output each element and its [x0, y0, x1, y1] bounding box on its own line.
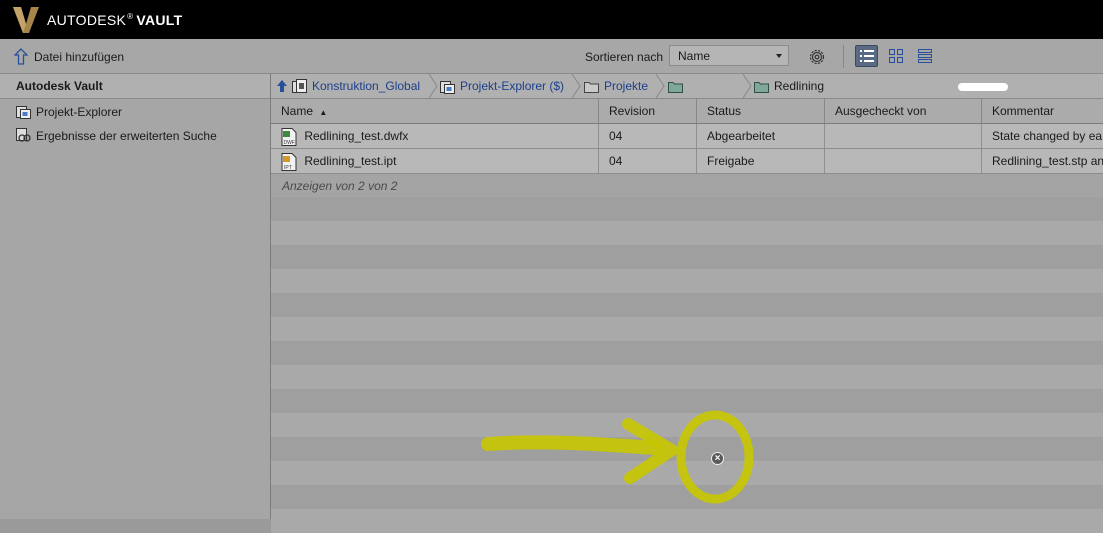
folder-icon: [668, 81, 683, 93]
chevron-down-icon: [776, 54, 782, 58]
breadcrumb-item-konstruktion-global[interactable]: Konstruktion_Global: [292, 74, 420, 98]
breadcrumb-separator-icon: [428, 74, 438, 98]
column-header-label: Status: [707, 104, 742, 118]
sort-ascending-icon: ▲: [319, 108, 328, 117]
app-title: AUTODESK® VAULT: [47, 12, 182, 28]
toolbar-divider: [843, 45, 844, 68]
breadcrumb-label: Projekt-Explorer ($): [460, 79, 565, 93]
close-icon[interactable]: ×: [711, 452, 724, 465]
cell-revision: 04: [599, 124, 697, 148]
column-header-revision[interactable]: Revision: [599, 99, 697, 123]
brand-registered-mark: ®: [127, 12, 134, 21]
breadcrumb: Konstruktion_Global Projekt-Explorer ($)…: [271, 74, 1103, 99]
breadcrumb-label: Redlining: [774, 79, 825, 93]
breadcrumb-separator-icon: [655, 74, 665, 98]
details-view-icon: [917, 49, 932, 63]
table-header: Name ▲ Revision Status Ausgecheckt von K…: [271, 99, 1103, 124]
breadcrumb-separator-icon: [742, 74, 752, 98]
toolbar: Datei hinzufügen Sortieren nach Name: [0, 39, 1103, 74]
list-view-icon: [859, 50, 874, 62]
list-view-button[interactable]: [855, 45, 878, 67]
column-header-status[interactable]: Status: [697, 99, 825, 123]
project-explorer-icon: [440, 80, 455, 94]
navigation-panel-title: Autodesk Vault: [0, 74, 270, 99]
ipt-file-icon: IPT: [281, 152, 297, 171]
add-file-button[interactable]: Datei hinzufügen: [14, 48, 124, 65]
up-arrow-icon[interactable]: [276, 79, 288, 93]
brand-primary: AUTODESK: [47, 12, 127, 28]
folder-icon: [754, 81, 769, 93]
file-type-label: DWF: [284, 140, 295, 146]
breadcrumb-item-redacted-folder[interactable]: [668, 74, 688, 98]
cell-comment: State changed by ea: [992, 129, 1103, 143]
breadcrumb-separator-icon: [571, 74, 581, 98]
nav-item-project-explorer[interactable]: Projekt-Explorer: [16, 104, 122, 119]
app-header: AUTODESK® VAULT: [0, 0, 1103, 39]
result-count: Anzeigen von 2 von 2: [271, 174, 1103, 198]
tile-view-icon: [888, 49, 903, 63]
sort-label: Sortieren nach: [585, 50, 664, 64]
column-header-comment[interactable]: Kommentar: [982, 99, 1103, 123]
nav-item-label: Projekt-Explorer: [36, 104, 123, 119]
brand-secondary: VAULT: [136, 12, 183, 28]
upload-arrow-icon: [14, 48, 28, 65]
column-header-label: Name: [281, 104, 314, 118]
table-row[interactable]: DWF Redlining_test.dwfx 04 Abgearbeitet …: [271, 124, 1103, 149]
file-name: Redlining_test.ipt: [304, 154, 397, 168]
nav-item-label: Ergebnisse der erweiterten Suche: [36, 128, 217, 143]
cell-checked-out-by: [825, 149, 982, 173]
folder-icon: [584, 81, 599, 93]
cell-status: Freigabe: [697, 149, 825, 173]
cell-checked-out-by: [825, 124, 982, 148]
autodesk-vault-logo-icon: [13, 7, 39, 33]
tile-view-button[interactable]: [884, 45, 907, 67]
sort-dropdown[interactable]: Name: [669, 45, 789, 66]
gear-icon[interactable]: [808, 48, 826, 66]
breadcrumb-item-redlining[interactable]: Redlining: [754, 74, 824, 98]
navigation-panel: Autodesk Vault Projekt-Explorer Ergebnis…: [0, 74, 271, 519]
column-header-name[interactable]: Name ▲: [271, 99, 599, 123]
advanced-search-icon: [16, 128, 31, 142]
dwfx-file-icon: DWF: [281, 127, 297, 146]
breadcrumb-item-projekt-explorer[interactable]: Projekt-Explorer ($): [440, 74, 564, 98]
breadcrumb-label: Projekte: [604, 79, 649, 93]
sort-value: Name: [678, 49, 711, 63]
file-type-label: IPT: [284, 165, 292, 171]
column-header-label: Revision: [609, 104, 656, 118]
table-row[interactable]: IPT Redlining_test.ipt 04 Freigabe Redli…: [271, 149, 1103, 174]
column-header-label: Kommentar: [992, 104, 1055, 118]
project-explorer-icon: [16, 106, 31, 119]
cell-name: IPT Redlining_test.ipt: [271, 149, 599, 173]
cell-comment: Redlining_test.stp an: [992, 154, 1103, 168]
breadcrumb-item-projekte[interactable]: Projekte: [584, 74, 648, 98]
file-table: Name ▲ Revision Status Ausgecheckt von K…: [271, 99, 1103, 198]
breadcrumb-label: Konstruktion_Global: [312, 79, 421, 93]
cell-revision: 04: [599, 149, 697, 173]
details-view-button[interactable]: [913, 45, 936, 67]
column-header-label: Ausgecheckt von: [835, 104, 927, 118]
cell-status: Abgearbeitet: [697, 124, 825, 148]
nav-item-advanced-search[interactable]: Ergebnisse der erweiterten Suche: [16, 128, 217, 143]
vault-icon: [292, 78, 307, 93]
cell-name: DWF Redlining_test.dwfx: [271, 124, 599, 148]
redacted-folder-name: [958, 83, 1008, 91]
column-header-checked-out-by[interactable]: Ausgecheckt von: [825, 99, 982, 123]
annotation-arrow-circle: [481, 410, 754, 504]
file-name: Redlining_test.dwfx: [304, 129, 409, 143]
add-file-label: Datei hinzufügen: [34, 49, 125, 64]
